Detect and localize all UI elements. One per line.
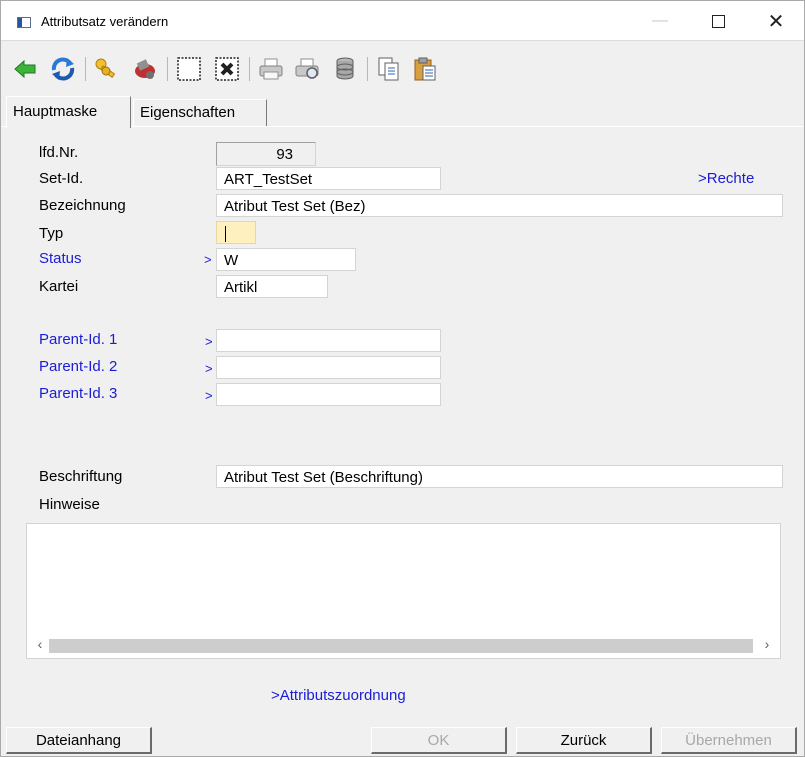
scrollbar-thumb[interactable] [49,639,753,653]
paste-icon[interactable] [411,55,439,83]
hinweise-label: Hinweise [39,496,100,513]
maximize-icon [711,14,725,28]
minimize-button[interactable]: — [637,1,683,41]
bezeichnung-input[interactable]: Atribut Test Set (Bez) [216,194,783,217]
edit-icon[interactable] [131,55,159,83]
print-icon[interactable] [257,55,285,83]
status-lookup-arrow[interactable]: > [204,252,212,267]
toolbar-separator [167,57,168,81]
tab-hauptmaske[interactable]: Hauptmaske [6,96,131,128]
toolbar [1,46,804,90]
zurueck-button[interactable]: Zurück [516,727,652,754]
close-button[interactable]: ✕ [753,1,799,41]
typ-input[interactable] [216,221,256,244]
parent-id-2-lookup-arrow[interactable]: > [205,361,213,376]
status-label[interactable]: Status [39,250,82,267]
keys-icon[interactable] [93,55,121,83]
beschriftung-label: Beschriftung [39,468,123,485]
delete-box-icon[interactable] [213,55,241,83]
status-input[interactable]: W [216,248,356,271]
lfd-nr-field: 93 [216,142,316,166]
horizontal-scrollbar[interactable]: ‹ › [27,634,780,658]
tab-bar: Hauptmaske Eigenschaften [1,96,804,128]
parent-id-2-label[interactable]: Parent-Id. 2 [39,358,117,375]
beschriftung-input[interactable]: Atribut Test Set (Beschriftung) [216,465,783,488]
app-icon [17,17,31,28]
parent-id-1-label[interactable]: Parent-Id. 1 [39,331,117,348]
text-cursor [225,226,226,242]
attributszuordnung-link[interactable]: >Attributszuordnung [271,687,406,704]
toolbar-separator [249,57,250,81]
database-icon[interactable] [331,55,359,83]
ok-button[interactable]: OK [371,727,507,754]
hinweise-textarea[interactable]: ‹ › [26,523,781,659]
toolbar-separator [367,57,368,81]
parent-id-3-label[interactable]: Parent-Id. 3 [39,385,117,402]
set-id-label: Set-Id. [39,170,84,187]
button-bar: Dateianhang OK Zurück Übernehmen [1,723,804,755]
scroll-right-icon[interactable]: › [758,636,776,656]
kartei-label: Kartei [39,278,79,295]
lfd-nr-label: lfd.Nr. [39,144,79,161]
toolbar-separator [85,57,86,81]
refresh-icon[interactable] [49,55,77,83]
print-preview-icon[interactable] [293,55,321,83]
dateianhang-button[interactable]: Dateianhang [6,727,152,754]
parent-id-2-input[interactable] [216,356,441,379]
scroll-left-icon[interactable]: ‹ [31,636,49,656]
bezeichnung-label: Bezeichnung [39,197,126,214]
parent-id-3-input[interactable] [216,383,441,406]
parent-id-3-lookup-arrow[interactable]: > [205,388,213,403]
tab-eigenschaften[interactable]: Eigenschaften [133,99,267,126]
copy-document-icon[interactable] [375,55,403,83]
uebernehmen-button[interactable]: Übernehmen [661,727,797,754]
select-box-icon[interactable] [175,55,203,83]
window-title: Attributsatz verändern [41,14,169,29]
maximize-button[interactable] [695,1,741,41]
rechte-link[interactable]: >Rechte [698,170,754,187]
typ-label: Typ [39,225,64,242]
set-id-input[interactable]: ART_TestSet [216,167,441,190]
parent-id-1-input[interactable] [216,329,441,352]
kartei-input[interactable]: Artikl [216,275,328,298]
dialog-window: Attributsatz verändern — ✕ Hauptmaske Ei… [0,0,805,757]
parent-id-1-lookup-arrow[interactable]: > [205,334,213,349]
back-arrow-icon[interactable] [11,55,39,83]
title-bar[interactable]: Attributsatz verändern — ✕ [1,1,804,41]
